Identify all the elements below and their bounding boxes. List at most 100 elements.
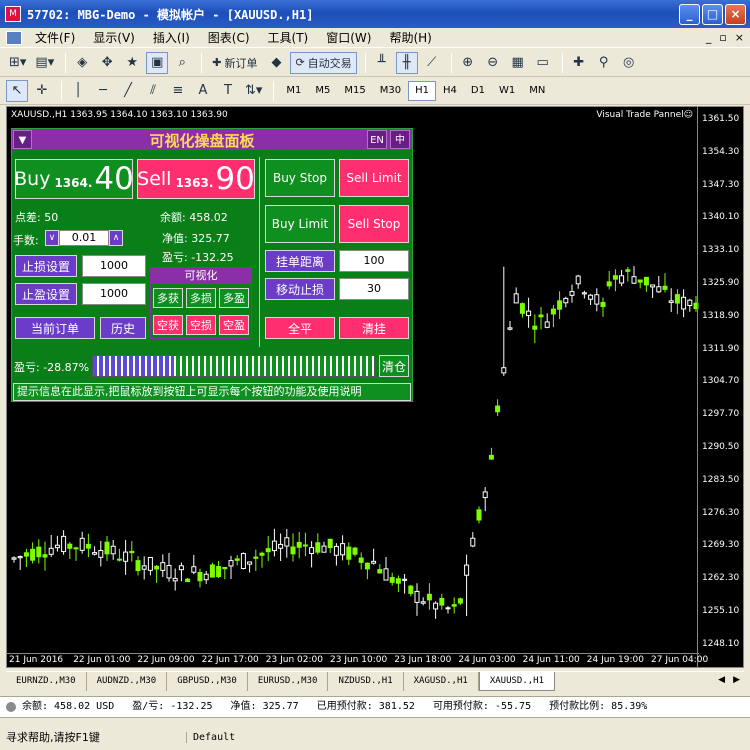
candlestick-icon[interactable]: ╫ [395,51,418,74]
vis-sell-loss-button[interactable]: 空损 [186,315,216,335]
mdi-minimize-icon[interactable]: _ [706,31,712,44]
menu-insert[interactable]: 插入(I) [144,29,199,46]
data-window-icon[interactable]: ▣ [146,51,169,74]
collapse-toggle-icon[interactable]: ▼ [13,130,32,149]
stop-loss-input[interactable]: 1000 [82,255,146,277]
buy-button[interactable]: Buy 1364. 40 [14,159,134,199]
tab-scroll-left-icon[interactable]: ◀ [718,675,725,685]
timeframe-d1[interactable]: D1 [464,81,492,101]
tile-windows-icon[interactable]: ▦ [507,52,529,74]
mdi-restore-icon[interactable]: ▫ [719,31,726,44]
timeframe-m5[interactable]: M5 [308,81,337,101]
trendline-icon[interactable]: ╱ [117,80,139,102]
strategy-tester-icon[interactable]: ⌕ [171,52,193,74]
sell-button[interactable]: Sell 1363. 90 [137,159,255,199]
menu-view[interactable]: 显示(V) [84,29,144,46]
maximize-button[interactable]: □ [702,4,723,25]
text-label-icon[interactable]: T [217,80,239,102]
buy-limit-button[interactable]: Buy Limit [265,205,335,243]
trailing-stop-button[interactable]: 移动止损 [265,278,335,300]
stop-loss-setting-button[interactable]: 止损设置 [15,255,77,277]
auto-trading-button[interactable]: ⟳ 自动交易 [290,51,357,74]
autoscroll-icon[interactable]: ▭ [532,52,554,74]
line-chart-icon[interactable]: ⟋ [421,52,443,74]
timeframe-mn[interactable]: MN [522,81,552,101]
candle-body [426,593,432,601]
cursor-icon[interactable]: ↖ [6,79,28,102]
vis-buy-profit-button[interactable]: 多盈 [219,288,249,308]
close-button[interactable]: × [725,4,746,25]
meta-editor-icon[interactable]: ◆ [265,52,287,74]
vertical-line-icon[interactable]: │ [67,80,89,102]
bar-chart-icon[interactable]: ╨ [371,52,393,74]
fibonacci-icon[interactable]: ≡ [167,80,189,102]
lots-increase-button[interactable]: ∧ [109,230,123,246]
sell-stop-button[interactable]: Sell Stop [339,205,409,243]
tab-nzdusd[interactable]: NZDUSD.,H1 [328,672,404,691]
profiles-icon[interactable]: ▤▾ [32,52,57,74]
timeframe-m1[interactable]: M1 [279,81,308,101]
lang-zh-button[interactable]: 中 [390,130,410,149]
clear-position-button[interactable]: 清仓 [379,355,409,377]
tab-gbpusd[interactable]: GBPUSD.,M30 [167,672,248,691]
menu-file[interactable]: 文件(F) [26,29,84,46]
crosshair-icon[interactable]: ✛ [31,80,53,102]
account-icon [6,702,16,712]
arrows-icon[interactable]: ⇅▾ [242,80,265,102]
pending-distance-button[interactable]: 挂单距离 [265,250,335,272]
candle-body [222,566,228,570]
chart-window-icon[interactable] [6,30,22,45]
timeframe-m15[interactable]: M15 [337,81,372,101]
vis-sell-all-button[interactable]: 空获 [153,315,183,335]
trailing-stop-input[interactable]: 30 [339,278,409,300]
history-button[interactable]: 历史 [100,317,146,339]
take-profit-input[interactable]: 1000 [82,283,146,305]
lots-input[interactable]: 0.01 [59,230,109,246]
pending-distance-input[interactable]: 100 [339,250,409,272]
menu-window[interactable]: 窗口(W) [317,29,380,46]
vis-sell-profit-button[interactable]: 空盈 [219,315,249,335]
close-all-button[interactable]: 全平 [265,317,335,339]
lang-en-button[interactable]: EN [367,130,387,149]
balance-text: 余额: 458.02 [160,211,228,224]
clear-pending-button[interactable]: 清挂 [339,317,409,339]
menu-charts[interactable]: 图表(C) [199,29,259,46]
vis-buy-loss-button[interactable]: 多损 [186,288,216,308]
new-chart-icon[interactable]: ⊞▾ [6,52,29,74]
options-icon[interactable]: ◎ [618,52,640,74]
current-orders-button[interactable]: 当前订单 [15,317,95,339]
timeframe-w1[interactable]: W1 [492,81,522,101]
candle-body [470,537,476,547]
menu-help[interactable]: 帮助(H) [380,29,440,46]
search-icon[interactable]: ⚲ [593,52,615,74]
horizontal-line-icon[interactable]: ─ [92,80,114,102]
text-icon[interactable]: A [192,80,214,102]
buy-stop-button[interactable]: Buy Stop [265,159,335,197]
tab-xauusd[interactable]: XAUUSD.,H1 [478,672,555,691]
navigator-icon[interactable]: ✥ [96,52,118,74]
equidistant-channel-icon[interactable]: ⫽ [142,80,164,102]
new-order-button[interactable]: ✚ 新订单 [207,52,262,74]
mdi-close-icon[interactable]: × [735,31,744,44]
zoom-out-icon[interactable]: ⊖ [482,52,504,74]
timeframe-h1[interactable]: H1 [408,80,437,101]
zoom-in-icon[interactable]: ⊕ [457,52,479,74]
tab-audnzd[interactable]: AUDNZD.,M30 [87,672,168,691]
sell-limit-button[interactable]: Sell Limit [339,159,409,197]
tab-eurusd[interactable]: EURUSD.,M30 [248,672,329,691]
market-watch-icon[interactable]: ◈ [71,52,93,74]
timeframe-m30[interactable]: M30 [373,81,408,101]
candle-body [42,554,48,558]
timeframe-h4[interactable]: H4 [436,81,464,101]
favorites-icon[interactable]: ★ [121,52,143,74]
minimize-button[interactable]: _ [679,4,700,25]
tab-scroll-right-icon[interactable]: ▶ [733,675,740,685]
menu-tools[interactable]: 工具(T) [259,29,318,46]
vis-buy-all-button[interactable]: 多获 [153,288,183,308]
take-profit-setting-button[interactable]: 止盈设置 [15,283,77,305]
tab-xagusd[interactable]: XAGUSD.,H1 [404,672,479,691]
indicators-icon[interactable]: ✚ [568,52,590,74]
chart-symbol-info: XAUUSD.,H1 1363.95 1364.10 1363.10 1363.… [11,110,228,120]
lots-decrease-button[interactable]: ∨ [45,230,59,246]
tab-eurnzd[interactable]: EURNZD.,M30 [6,672,87,691]
